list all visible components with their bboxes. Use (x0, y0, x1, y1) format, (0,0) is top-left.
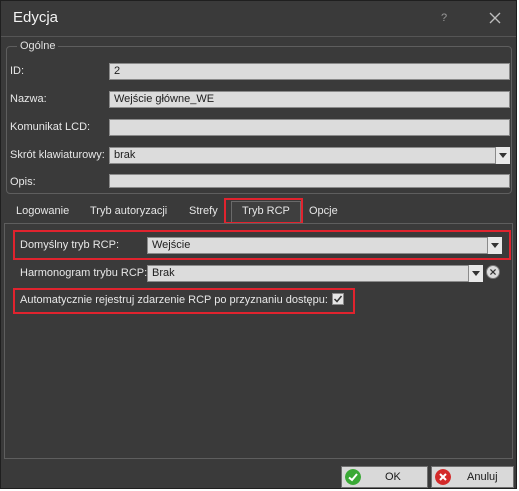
general-legend: Ogólne (17, 40, 59, 52)
dialog-title: Edycja (13, 9, 59, 26)
shortcut-label: Skrót klawiaturowy: (10, 149, 105, 161)
desc-label: Opis: (10, 176, 36, 188)
cancel-circle-icon (435, 469, 451, 485)
name-field[interactable]: Wejście główne_WE (109, 91, 510, 108)
default-mode-highlight (13, 230, 511, 260)
shortcut-combo[interactable]: brak (109, 147, 510, 164)
id-label: ID: (10, 65, 25, 77)
ok-label: OK (385, 471, 401, 483)
schedule-combo[interactable]: Brak (147, 265, 483, 282)
help-button[interactable]: ? (441, 12, 447, 24)
clear-icon[interactable] (486, 265, 500, 279)
tab-logowanie[interactable]: Logowanie (16, 205, 69, 217)
shortcut-value: brak (114, 149, 136, 161)
auto-register-highlight (13, 288, 355, 314)
cancel-label: Anuluj (467, 471, 498, 483)
tab-tryb-autoryzacji[interactable]: Tryb autoryzacji (90, 205, 167, 217)
lcd-label: Komunikat LCD: (10, 121, 91, 133)
tab-strefy[interactable]: Strefy (189, 205, 218, 217)
tab-highlight (224, 198, 303, 224)
chevron-down-icon[interactable] (495, 147, 510, 164)
schedule-label: Harmonogram trybu RCP: (20, 267, 148, 279)
edit-dialog: Edycja ? Ogólne ID: 2 Nazwa: Wejście głó… (0, 0, 517, 489)
cancel-button[interactable]: Anuluj (431, 466, 514, 488)
chevron-down-icon[interactable] (468, 265, 483, 282)
schedule-value: Brak (152, 267, 175, 279)
close-icon[interactable] (488, 11, 502, 25)
title-bar: Edycja ? (1, 1, 516, 37)
lcd-field[interactable] (109, 119, 510, 136)
desc-field[interactable] (109, 174, 510, 188)
check-circle-icon (345, 469, 361, 485)
ok-button[interactable]: OK (341, 466, 428, 488)
tab-opcje[interactable]: Opcje (309, 205, 338, 217)
id-field[interactable]: 2 (109, 63, 510, 80)
name-label: Nazwa: (10, 93, 47, 105)
